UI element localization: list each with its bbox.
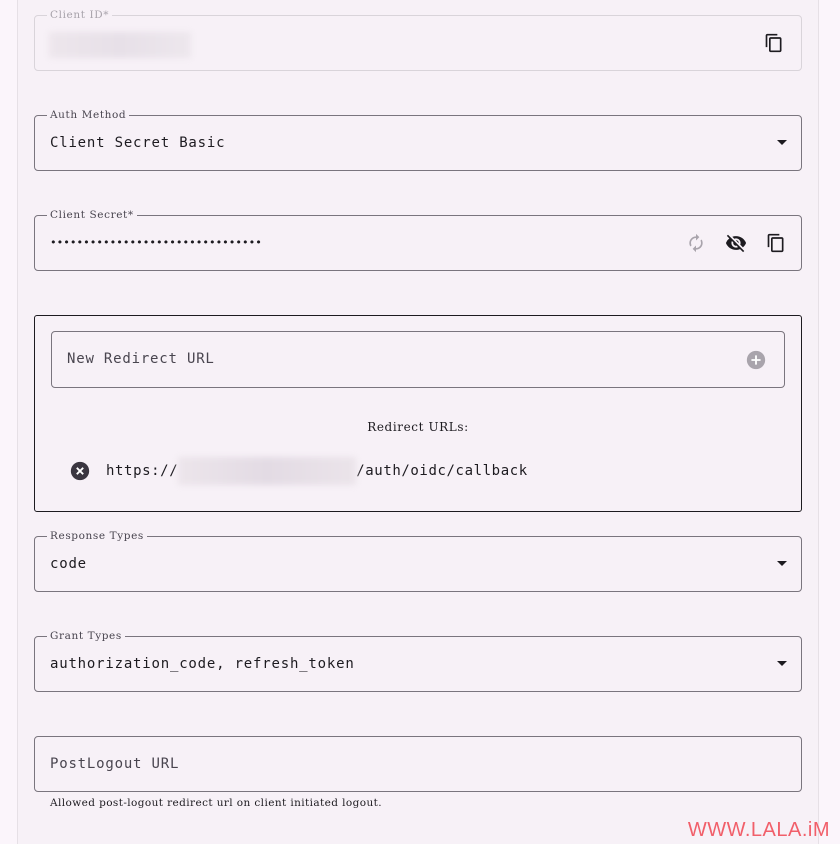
remove-redirect-url-button[interactable]	[68, 459, 92, 483]
client-id-field[interactable]: Client ID*	[34, 7, 802, 71]
new-redirect-url-placeholder: New Redirect URL	[67, 351, 215, 367]
grant-types-select[interactable]: Grant Types authorization_code, refresh_…	[34, 628, 802, 692]
copy-secret-button[interactable]	[764, 231, 788, 255]
redirect-urls-section: New Redirect URL Redirect URLs: https://…	[34, 315, 802, 512]
redirect-url-item: https:// /auth/oidc/callback	[68, 457, 528, 485]
add-circle-icon	[746, 350, 766, 370]
redirect-url-suffix: /auth/oidc/callback	[356, 463, 528, 479]
visibility-off-icon	[725, 234, 747, 253]
new-redirect-url-input[interactable]: New Redirect URL	[51, 331, 785, 388]
regenerate-secret-button[interactable]	[684, 231, 708, 255]
post-logout-url-input[interactable]: PostLogout URL	[34, 736, 802, 792]
client-id-label: Client ID*	[47, 7, 113, 23]
response-types-select[interactable]: Response Types code	[34, 528, 802, 592]
copy-client-id-button[interactable]	[762, 31, 786, 55]
add-redirect-url-button[interactable]	[744, 348, 768, 372]
arrow-drop-down-icon	[777, 561, 787, 566]
cancel-circle-icon	[70, 461, 90, 481]
post-logout-url-placeholder: PostLogout URL	[50, 756, 180, 772]
post-logout-helper-text: Allowed post-logout redirect url on clie…	[50, 797, 382, 809]
copy-icon	[767, 233, 784, 253]
client-id-value-redacted	[49, 32, 191, 58]
response-types-value: code	[50, 556, 87, 572]
redirect-url-prefix: https://	[106, 463, 179, 479]
refresh-icon	[689, 233, 703, 253]
redirect-url-host-redacted	[178, 457, 357, 485]
copy-icon	[765, 33, 782, 53]
arrow-drop-down-icon	[777, 140, 787, 145]
auth-method-select[interactable]: Auth Method Client Secret Basic	[34, 107, 802, 171]
grant-types-value: authorization_code, refresh_token	[50, 656, 355, 672]
toggle-secret-visibility-button[interactable]	[724, 231, 748, 255]
client-secret-field[interactable]: Client Secret* •••••••••••••••••••••••••…	[34, 207, 802, 271]
watermark: WWW.LALA.iM	[687, 819, 830, 841]
client-secret-value: ••••••••••••••••••••••••••••••••	[50, 236, 262, 249]
arrow-drop-down-icon	[777, 661, 787, 666]
auth-method-value: Client Secret Basic	[50, 135, 226, 151]
redirect-urls-title: Redirect URLs:	[367, 420, 469, 434]
